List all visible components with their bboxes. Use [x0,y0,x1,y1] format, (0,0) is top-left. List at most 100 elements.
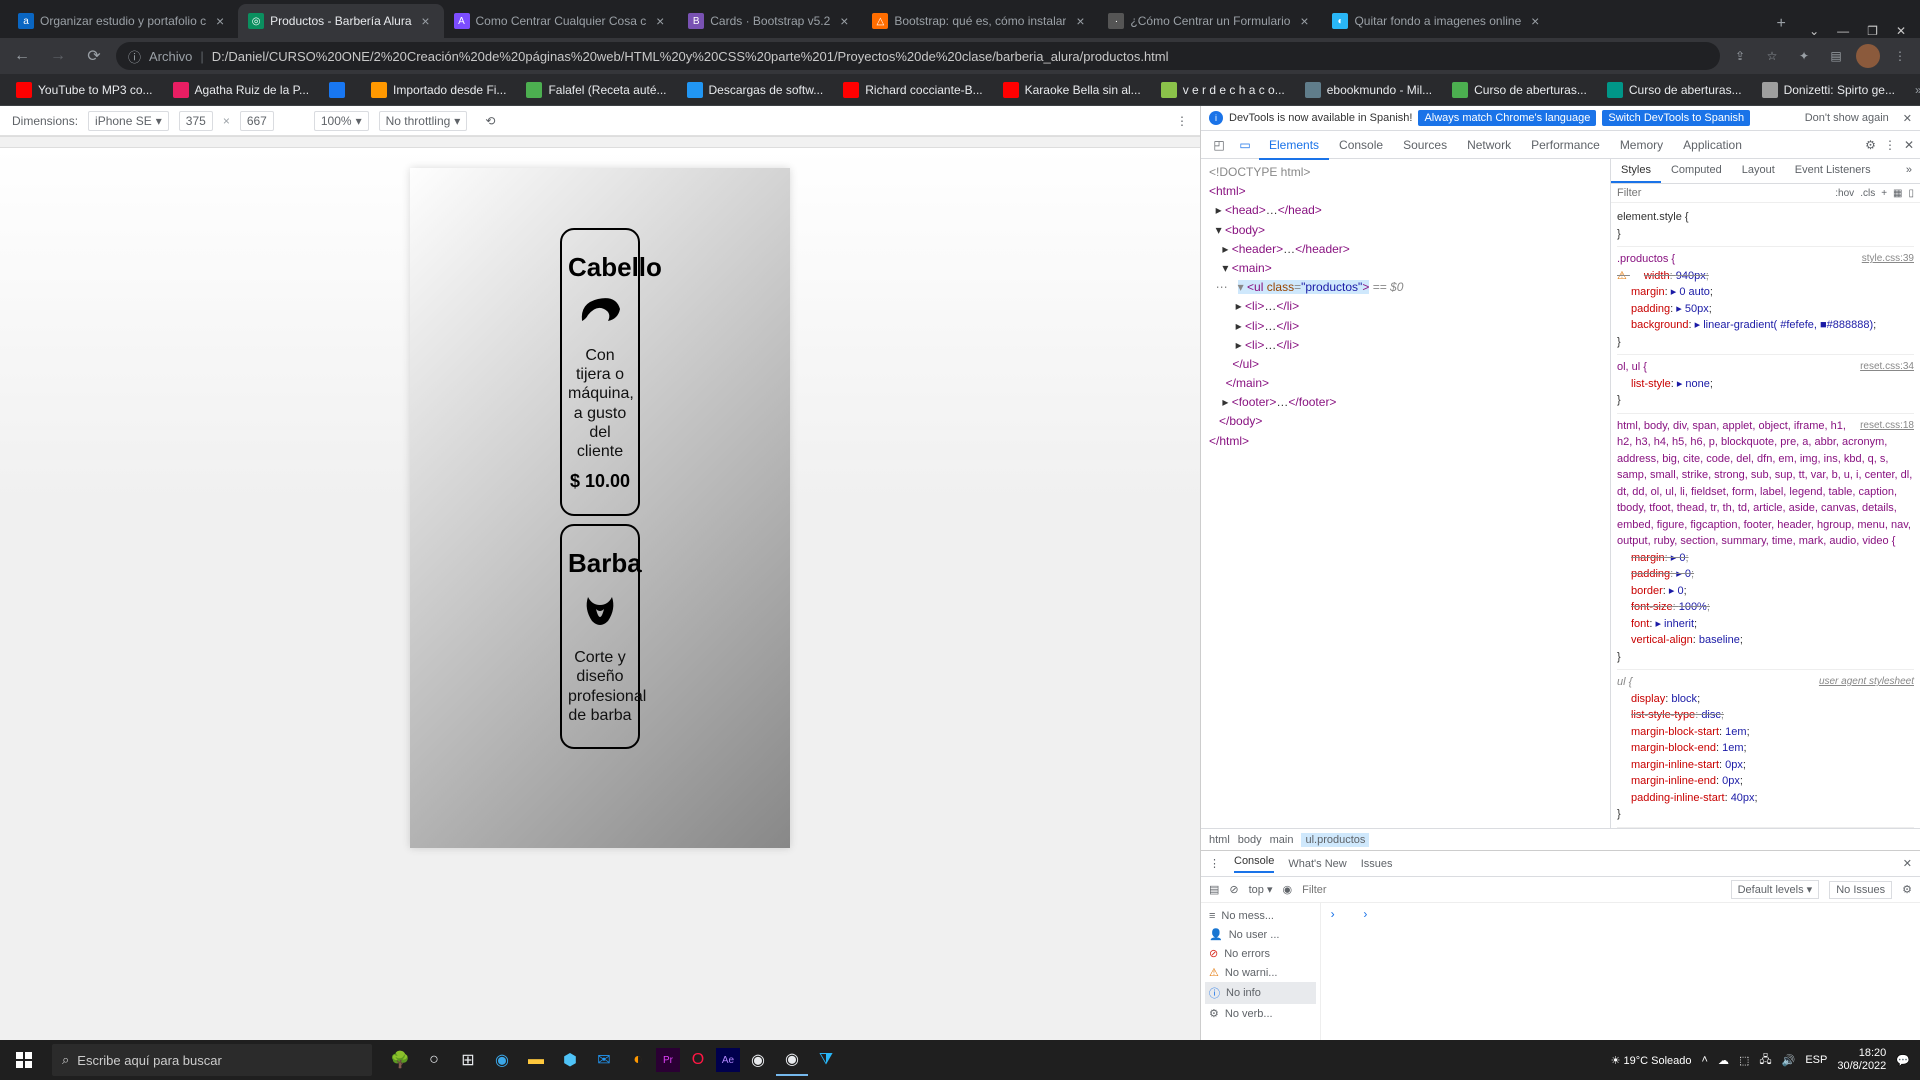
bookmark-item[interactable]: Karaoke Bella sin al... [995,78,1149,102]
tb-vscode-icon[interactable]: ⧩ [810,1044,842,1076]
tb-opera-icon[interactable]: O [682,1044,714,1076]
chevron-down-icon[interactable]: ⌄ [1809,24,1819,38]
console-filter-input[interactable] [1302,884,1720,896]
computed-icon[interactable]: ▦ [1893,188,1902,199]
bookmark-item[interactable]: Descargas de softw... [679,78,832,102]
close-icon[interactable]: × [1527,13,1543,29]
tb-app1-icon[interactable]: ◐ [622,1044,654,1076]
close-icon[interactable]: × [836,13,852,29]
eye-icon[interactable]: ◉ [1283,883,1293,896]
tab-issues[interactable]: Issues [1361,858,1393,870]
browser-tab[interactable]: ·¿Cómo Centrar un Formulario× [1098,4,1322,38]
weather-icon[interactable]: ☀ 19°C Soleado [1611,1054,1692,1067]
console-menu-icon[interactable]: ⋮ [1209,857,1220,870]
console-filter-item[interactable]: ⊘No errors [1205,944,1316,963]
breadcrumb-item[interactable]: ul.productos [1301,833,1369,847]
bookmark-item[interactable]: Falafel (Receta auté... [518,78,674,102]
cls-toggle[interactable]: .cls [1860,188,1875,199]
close-icon[interactable]: ✕ [1903,112,1912,125]
breadcrumb-item[interactable]: html [1209,834,1230,846]
tray-chevron-icon[interactable]: ˄ [1702,1054,1708,1066]
forward-icon[interactable]: → [44,42,72,70]
clock[interactable]: 18:20 30/8/2022 [1837,1047,1886,1073]
rotate-icon[interactable]: ⟲ [485,114,495,128]
device-width[interactable]: 375 [179,111,213,131]
tb-cortana-icon[interactable]: ○ [418,1044,450,1076]
bookmark-item[interactable]: Curso de aberturas... [1599,78,1750,102]
tab-layout[interactable]: Layout [1732,159,1785,183]
bookmark-item[interactable] [321,78,359,102]
more-icon[interactable]: » [1898,159,1920,183]
styles-filter-input[interactable] [1617,187,1829,199]
tab-sources[interactable]: Sources [1393,132,1457,158]
close-icon[interactable]: × [1072,13,1088,29]
bookmark-item[interactable]: ebookmundo - Mil... [1297,78,1440,102]
tb-taskview-icon[interactable]: ⊞ [452,1044,484,1076]
tb-chrome-icon[interactable]: ◉ [742,1044,774,1076]
levels-select[interactable]: Default levels ▾ [1731,880,1820,899]
match-language-button[interactable]: Always match Chrome's language [1418,110,1596,126]
close-icon[interactable]: × [1296,13,1312,29]
tab-memory[interactable]: Memory [1610,132,1673,158]
tab-elements[interactable]: Elements [1259,132,1329,160]
tb-explorer-icon[interactable]: ▬ [520,1044,552,1076]
bookmark-item[interactable]: YouTube to MP3 co... [8,78,161,102]
console-prompt[interactable]: › › [1321,903,1920,1040]
bookmark-item[interactable]: Donizetti: Spirto ge... [1754,78,1903,102]
browser-tab[interactable]: ◎Productos - Barbería Alura× [238,4,443,38]
maximize-icon[interactable]: ❐ [1867,24,1878,38]
tray-cloud-icon[interactable]: ☁ [1718,1054,1729,1067]
tab-styles[interactable]: Styles [1611,159,1661,183]
console-filter-item[interactable]: ⚠No warni... [1205,963,1316,982]
console-filter-item[interactable]: ⓘNo info [1205,982,1316,1004]
tab-computed[interactable]: Computed [1661,159,1732,183]
console-filter-item[interactable]: 👤No user ... [1205,925,1316,944]
new-tab-button[interactable]: + [1767,10,1795,38]
tb-aftereffects-icon[interactable]: Ae [716,1048,740,1072]
gear-icon[interactable]: ⚙ [1902,883,1912,896]
close-icon[interactable]: × [652,13,668,29]
device-icon[interactable]: ▭ [1233,138,1257,152]
minimize-icon[interactable]: — [1837,24,1849,38]
tab-console[interactable]: Console [1234,855,1274,873]
inspect-icon[interactable]: ◰ [1207,138,1231,152]
sidepanel-icon[interactable]: ▤ [1824,44,1848,68]
bookmark-item[interactable]: Importado desde Fi... [363,78,514,102]
reload-icon[interactable]: ⟳ [80,42,108,70]
bookmarks-overflow-icon[interactable]: » [1907,83,1920,97]
tray-network-icon[interactable]: 🖧 [1759,1051,1771,1070]
zoom-select[interactable]: 100% ▾ [314,111,369,131]
back-icon[interactable]: ← [8,42,36,70]
tb-store-icon[interactable]: ⬢ [554,1044,586,1076]
console-filter-item[interactable]: ≡No mess... [1205,907,1316,925]
menu-icon[interactable]: ⋮ [1884,138,1896,152]
close-icon[interactable]: ✕ [1904,138,1914,152]
close-icon[interactable]: × [212,13,228,29]
tab-console[interactable]: Console [1329,132,1393,158]
tray-volume-icon[interactable]: 🔊 [1782,1054,1796,1067]
clear-icon[interactable]: ⊘ [1229,883,1238,896]
bookmark-item[interactable]: Curso de aberturas... [1444,78,1595,102]
notifications-icon[interactable]: 💬 [1896,1054,1910,1067]
star-icon[interactable]: ☆ [1760,44,1784,68]
tray-wifi-icon[interactable]: ⬚ [1739,1054,1749,1067]
menu-icon[interactable]: ⋮ [1888,44,1912,68]
share-icon[interactable]: ⇪ [1728,44,1752,68]
hov-toggle[interactable]: :hov [1835,188,1854,199]
css-rules[interactable]: element.style {}style.css:39.productos {… [1611,203,1920,828]
add-rule-icon[interactable]: + [1881,188,1887,199]
browser-tab[interactable]: aOrganizar estudio y portafolio c× [8,4,238,38]
devtoolbar-menu-icon[interactable]: ⋮ [1176,114,1188,128]
tab-performance[interactable]: Performance [1521,132,1610,158]
tb-edge-icon[interactable]: ◉ [486,1044,518,1076]
device-select[interactable]: iPhone SE ▾ [88,111,169,131]
url-input[interactable]: ⓘ Archivo | D:/Daniel/CURSO%20ONE/2%20Cr… [116,42,1720,70]
taskbar-search[interactable]: ⌕ Escribe aquí para buscar [52,1044,372,1076]
browser-tab[interactable]: BCards · Bootstrap v5.2× [678,4,862,38]
close-icon[interactable]: ✕ [1903,857,1912,870]
device-height[interactable]: 667 [240,111,274,131]
tb-premiere-icon[interactable]: Pr [656,1048,680,1072]
tb-tree-icon[interactable]: 🌳 [384,1044,416,1076]
breadcrumb-item[interactable]: body [1238,834,1262,846]
issues-badge[interactable]: No Issues [1829,881,1892,899]
